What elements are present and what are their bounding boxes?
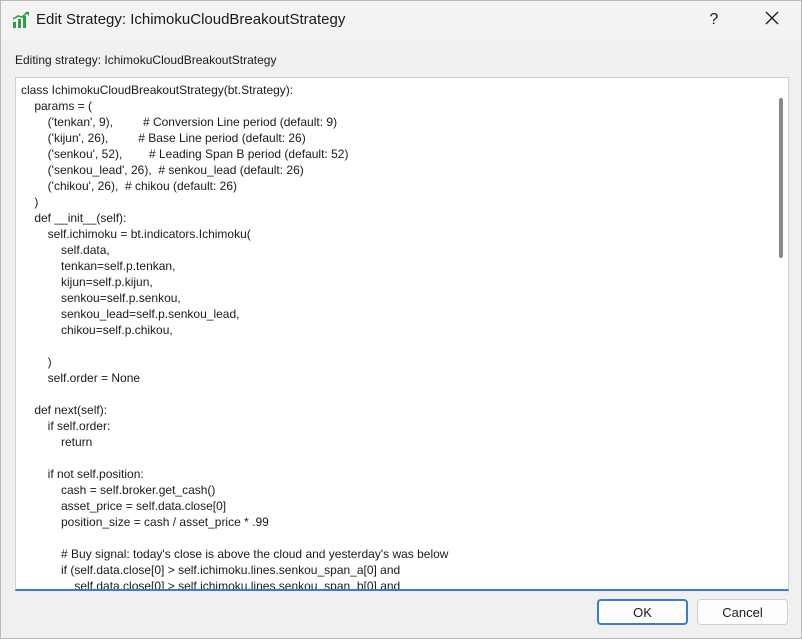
code-line: position_size = cash / asset_price * .99 (21, 515, 269, 529)
code-line: ) (21, 195, 39, 209)
code-line: def next(self): (21, 403, 108, 417)
code-line: tenkan=self.p.tenkan, (21, 259, 176, 273)
close-button[interactable] (749, 1, 795, 39)
code-line: ('senkou', 52), # Leading Span B period … (21, 147, 349, 161)
code-line: if not self.position: (21, 467, 144, 481)
ok-button[interactable]: OK (597, 599, 688, 625)
code-line: senkou_lead=self.p.senkou_lead, (21, 307, 240, 321)
close-icon (765, 11, 779, 30)
code-line: chikou=self.p.chikou, (21, 323, 173, 337)
code-line: def __init__(self): (21, 211, 127, 225)
code-line: self.data, (21, 243, 110, 257)
code-line: # Buy signal: today's close is above the… (21, 547, 449, 561)
code-editor[interactable]: class IchimokuCloudBreakoutStrategy(bt.S… (15, 77, 789, 591)
code-line: class IchimokuCloudBreakoutStrategy(bt.S… (21, 83, 294, 97)
code-line: params = ( (21, 99, 93, 113)
code-line: asset_price = self.data.close[0] (21, 499, 227, 513)
help-button[interactable]: ? (691, 1, 737, 39)
editing-strategy-label: Editing strategy: IchimokuCloudBreakoutS… (15, 53, 277, 67)
code-line: ('kijun', 26), # Base Line period (defau… (21, 131, 306, 145)
code-line: ('chikou', 26), # chikou (default: 26) (21, 179, 238, 193)
code-line: if (self.data.close[0] > self.ichimoku.l… (21, 563, 401, 577)
code-line: return (21, 435, 93, 449)
code-line: self.data.close[0] > self.ichimoku.lines… (21, 579, 401, 591)
code-line: kijun=self.p.kijun, (21, 275, 153, 289)
code-line: self.ichimoku = bt.indicators.Ichimoku( (21, 227, 251, 241)
code-line: ('tenkan', 9), # Conversion Line period … (21, 115, 338, 129)
code-line: cash = self.broker.get_cash() (21, 483, 216, 497)
code-line: senkou=self.p.senkou, (21, 291, 181, 305)
code-line: if self.order: (21, 419, 111, 433)
code-line: ('senkou_lead', 26), # senkou_lead (defa… (21, 163, 304, 177)
question-icon: ? (709, 11, 719, 28)
cancel-button[interactable]: Cancel (697, 599, 788, 625)
window-title: Edit Strategy: IchimokuCloudBreakoutStra… (36, 11, 346, 28)
code-line: self.order = None (21, 371, 141, 385)
bar-chart-trend-icon (12, 11, 30, 29)
code-text[interactable]: class IchimokuCloudBreakoutStrategy(bt.S… (21, 82, 771, 591)
vertical-scrollbar[interactable] (774, 78, 788, 589)
scrollbar-thumb[interactable] (779, 98, 783, 258)
edit-strategy-dialog: Edit Strategy: IchimokuCloudBreakoutStra… (0, 0, 802, 639)
code-line: ) (21, 355, 52, 369)
title-bar[interactable]: Edit Strategy: IchimokuCloudBreakoutStra… (1, 1, 801, 39)
